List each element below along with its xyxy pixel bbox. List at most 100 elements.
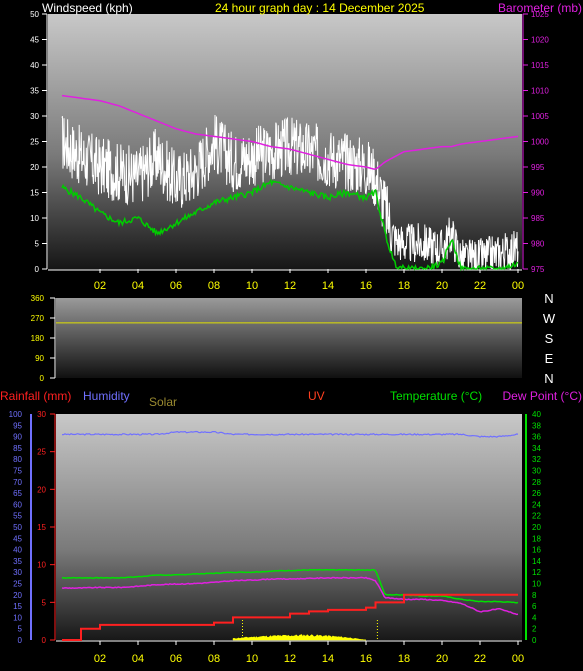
wind-x-tick-label: 20 — [436, 280, 448, 292]
barometer-y-tick-label: 995 — [531, 163, 545, 172]
wind-y-tick-label: 50 — [30, 10, 39, 19]
wind-x-tick-label: 06 — [170, 280, 182, 292]
temperature-y-tick-label: 28 — [532, 478, 541, 487]
wind-x-tick-label: 18 — [398, 280, 410, 292]
bottom-x-tick-label: 14 — [322, 653, 334, 665]
rainfall-y-tick-label: 25 — [37, 448, 46, 457]
wind-x-tick-label: 12 — [284, 280, 296, 292]
wind-y-tick-label: 30 — [30, 112, 39, 121]
humidity-y-tick-label: 90 — [13, 433, 22, 442]
temperature-y-tick-label: 30 — [532, 467, 541, 476]
temperature-y-tick-label: 40 — [532, 410, 541, 419]
wind-y-tick-label: 45 — [30, 36, 39, 45]
humidity-y-tick-label: 70 — [13, 478, 22, 487]
wind-x-tick-label: 16 — [360, 280, 372, 292]
temperature-axis-label: Temperature (°C) — [390, 389, 482, 403]
humidity-y-tick-label: 10 — [13, 613, 22, 622]
wind-x-tick-label: 10 — [246, 280, 258, 292]
direction-y-tick-label: 180 — [31, 334, 45, 343]
barometer-y-tick-label: 985 — [531, 214, 545, 223]
bottom-x-tick-label: 02 — [94, 653, 106, 665]
humidity-y-tick-label: 45 — [13, 534, 22, 543]
weather-graphs: Windspeed (kph) 24 hour graph day : 14 D… — [0, 1, 582, 665]
bottom-x-tick-label: 20 — [436, 653, 448, 665]
temperature-y-tick-label: 10 — [532, 580, 541, 589]
humidity-y-tick-label: 50 — [13, 523, 22, 532]
direction-y-tick-label: 360 — [31, 294, 45, 303]
humidity-y-tick-label: 20 — [13, 591, 22, 600]
bottom-x-tick-label: 22 — [474, 653, 486, 665]
wind-y-tick-label: 0 — [35, 265, 40, 274]
direction-y-tick-label: 0 — [40, 374, 45, 383]
wind-x-tick-label: 08 — [208, 280, 220, 292]
wind-y-tick-label: 20 — [30, 163, 39, 172]
humidity-y-tick-label: 80 — [13, 455, 22, 464]
temperature-y-tick-label: 22 — [532, 512, 541, 521]
solar-label: Solar — [149, 395, 177, 409]
humidity-y-tick-label: 40 — [13, 546, 22, 555]
humidity-y-tick-label: 55 — [13, 512, 22, 521]
bottom-x-tick-label: 08 — [208, 653, 220, 665]
temperature-y-tick-label: 0 — [532, 636, 537, 645]
dewpoint-axis-label: Dew Point (°C) — [503, 389, 582, 403]
direction-y-tick-label: 90 — [35, 354, 44, 363]
humidity-y-tick-label: 100 — [9, 410, 23, 419]
barometer-y-tick-label: 1000 — [531, 138, 549, 147]
compass-letter: W — [543, 311, 556, 326]
rainfall-y-tick-label: 10 — [37, 561, 46, 570]
bottom-x-tick-label: 04 — [132, 653, 144, 665]
temperature-plot-area — [56, 414, 522, 640]
humidity-y-tick-label: 85 — [13, 444, 22, 453]
barometer-y-tick-label: 1025 — [531, 10, 549, 19]
rainfall-y-tick-label: 0 — [42, 636, 47, 645]
barometer-y-tick-label: 980 — [531, 240, 545, 249]
wind-y-tick-label: 25 — [30, 138, 39, 147]
wind-y-tick-label: 35 — [30, 87, 39, 96]
direction-y-tick-label: 270 — [31, 314, 45, 323]
bottom-x-tick-label: 06 — [170, 653, 182, 665]
humidity-axis-label: Humidity — [83, 389, 130, 403]
temperature-y-tick-label: 14 — [532, 557, 541, 566]
humidity-y-tick-label: 35 — [13, 557, 22, 566]
barometer-y-tick-label: 990 — [531, 189, 545, 198]
barometer-y-tick-label: 1010 — [531, 87, 549, 96]
temperature-y-tick-label: 26 — [532, 489, 541, 498]
temperature-y-tick-label: 12 — [532, 568, 541, 577]
wind-y-tick-label: 5 — [35, 240, 40, 249]
humidity-y-tick-label: 60 — [13, 500, 22, 509]
rainfall-y-tick-label: 20 — [37, 485, 46, 494]
wind-x-tick-label: 02 — [94, 280, 106, 292]
bottom-x-tick-label: 00 — [512, 653, 524, 665]
wind-x-tick-label: 22 — [474, 280, 486, 292]
direction-plot-area — [56, 298, 522, 378]
temperature-y-tick-label: 24 — [532, 500, 541, 509]
temperature-y-tick-label: 2 — [532, 625, 537, 634]
humidity-y-tick-label: 75 — [13, 467, 22, 476]
temperature-y-tick-label: 32 — [532, 455, 541, 464]
temperature-y-tick-label: 6 — [532, 602, 537, 611]
humidity-y-tick-label: 0 — [18, 636, 23, 645]
temperature-y-tick-label: 36 — [532, 433, 541, 442]
barometer-y-tick-label: 1015 — [531, 61, 549, 70]
compass-letter: S — [545, 331, 554, 346]
windspeed-axis-label: Windspeed (kph) — [42, 1, 133, 15]
humidity-y-tick-label: 65 — [13, 489, 22, 498]
temperature-y-tick-label: 16 — [532, 546, 541, 555]
bottom-x-tick-label: 16 — [360, 653, 372, 665]
compass-letter: N — [544, 291, 553, 306]
rainfall-y-tick-label: 15 — [37, 523, 46, 532]
compass-letter: E — [545, 351, 554, 366]
bottom-x-tick-label: 10 — [246, 653, 258, 665]
compass-letter: N — [544, 371, 553, 386]
temperature-y-tick-label: 38 — [532, 421, 541, 430]
humidity-y-tick-label: 30 — [13, 568, 22, 577]
temperature-y-tick-label: 20 — [532, 523, 541, 532]
humidity-y-tick-label: 15 — [13, 602, 22, 611]
bottom-x-tick-label: 12 — [284, 653, 296, 665]
wind-y-tick-label: 15 — [30, 189, 39, 198]
wind-x-tick-label: 04 — [132, 280, 144, 292]
humidity-y-tick-label: 25 — [13, 580, 22, 589]
temperature-y-tick-label: 8 — [532, 591, 537, 600]
barometer-y-tick-label: 975 — [531, 265, 545, 274]
humidity-y-tick-label: 95 — [13, 421, 22, 430]
